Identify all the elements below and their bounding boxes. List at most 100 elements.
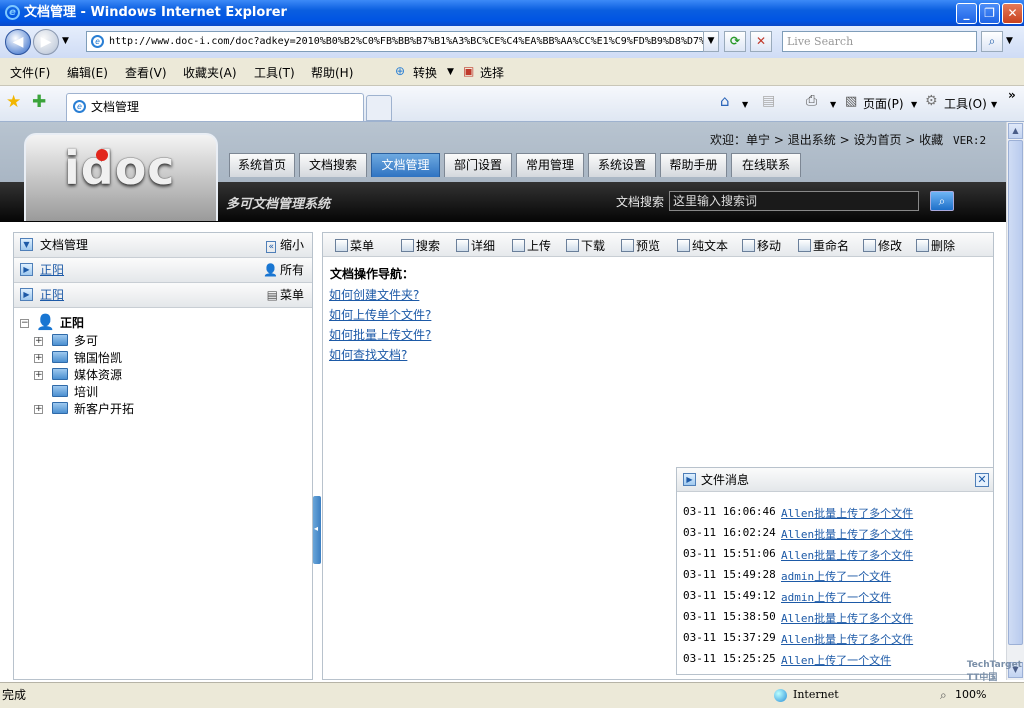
menu-file[interactable]: 文件(F) — [10, 64, 50, 81]
history-dropdown-icon[interactable]: ▼ — [62, 36, 69, 46]
back-button[interactable]: ◀ — [5, 29, 31, 55]
version-label: VER:2 — [953, 134, 987, 147]
tree-root[interactable]: 正阳 — [60, 314, 84, 331]
tree-item[interactable]: 新客户开拓 — [74, 400, 134, 417]
collapse-down-icon[interactable]: ▼ — [20, 238, 33, 251]
guide-link[interactable]: 如何创建文件夹? — [329, 286, 419, 303]
add-favorite-icon[interactable]: ✚ — [32, 92, 46, 112]
toolbar-button-3[interactable]: 上传 — [512, 237, 551, 254]
logout-link[interactable]: 退出系统 — [788, 133, 836, 147]
nav-tab-2[interactable]: 文档管理 — [371, 153, 440, 177]
search-options-icon[interactable]: ▼ — [1006, 36, 1013, 46]
print-dropdown-icon[interactable]: ▼ — [830, 100, 836, 109]
expand-right-icon[interactable]: ▶ — [20, 288, 33, 301]
print-icon[interactable]: ⎙ — [806, 93, 817, 109]
message-link[interactable]: Allen批量上传了多个文件 — [781, 505, 913, 521]
tree-expand-icon[interactable]: + — [34, 337, 43, 346]
close-window-button[interactable]: ✕ — [1002, 3, 1023, 24]
tree-expand-icon[interactable]: + — [34, 354, 43, 363]
menu-help[interactable]: 帮助(H) — [311, 64, 353, 81]
set-home-link[interactable]: 设为首页 — [853, 133, 901, 147]
scroll-thumb[interactable] — [1008, 140, 1023, 645]
convert-button[interactable]: 转换 — [413, 64, 437, 81]
message-link[interactable]: admin上传了一个文件 — [781, 568, 891, 584]
tools-menu-button[interactable]: 工具(O) — [944, 95, 987, 112]
shrink-button[interactable]: «缩小 — [266, 233, 304, 259]
tree-item[interactable]: 多可 — [74, 332, 98, 349]
convert-dropdown-icon[interactable]: ▼ — [447, 67, 454, 77]
nav-tab-7[interactable]: 在线联系 — [731, 153, 801, 177]
home-icon[interactable]: ⌂ — [720, 92, 730, 110]
stop-icon[interactable]: ✕ — [750, 31, 772, 52]
scroll-up-icon[interactable]: ▲ — [1008, 123, 1023, 139]
chevron-more-icon[interactable]: » — [1008, 88, 1016, 102]
all-button[interactable]: 👤 所有 — [263, 258, 304, 282]
toolbar-button-5[interactable]: 预览 — [621, 237, 660, 254]
toolbar-button-2[interactable]: 详细 — [456, 237, 495, 254]
toolbar-button-4[interactable]: 下载 — [566, 237, 605, 254]
restore-button[interactable]: ❐ — [979, 3, 1000, 24]
url-input[interactable]: e http://www.doc-i.com/doc?adkey=2010%B0… — [86, 31, 718, 52]
tree-expand-icon[interactable]: + — [34, 405, 43, 414]
dept-link-2[interactable]: 正阳 — [40, 283, 64, 307]
url-dropdown-icon[interactable]: ▼ — [703, 31, 719, 52]
nav-tab-5[interactable]: 系统设置 — [588, 153, 656, 177]
tree-item[interactable]: 媒体资源 — [74, 366, 122, 383]
message-link[interactable]: Allen批量上传了多个文件 — [781, 631, 913, 647]
panel-splitter[interactable]: ◂ — [313, 496, 321, 564]
home-dropdown-icon[interactable]: ▼ — [742, 100, 748, 109]
toolbar-button-7[interactable]: 移动 — [742, 237, 781, 254]
nav-tab-0[interactable]: 系统首页 — [229, 153, 295, 177]
message-link[interactable]: admin上传了一个文件 — [781, 589, 891, 605]
tools-dropdown-icon[interactable]: ▼ — [991, 100, 997, 109]
expand-right-icon[interactable]: ▶ — [683, 473, 696, 486]
favorite-link[interactable]: 收藏 — [919, 133, 943, 147]
menu-button[interactable]: ▤ 菜单 — [267, 283, 304, 307]
toolbar-button-6[interactable]: 纯文本 — [677, 237, 728, 254]
vertical-scrollbar[interactable]: ▲ ▼ — [1006, 122, 1024, 680]
tree-expand-icon[interactable]: + — [34, 371, 43, 380]
toolbar-button-9[interactable]: 修改 — [863, 237, 902, 254]
tree-item[interactable]: 锦国怡凯 — [74, 349, 122, 366]
toolbar-button-10[interactable]: 删除 — [916, 237, 955, 254]
menu-tools[interactable]: 工具(T) — [254, 64, 295, 81]
guide-link[interactable]: 如何查找文档? — [329, 346, 407, 363]
forward-button[interactable]: ▶ — [33, 29, 59, 55]
nav-tab-6[interactable]: 帮助手册 — [660, 153, 727, 177]
minimize-button[interactable]: _ — [956, 3, 977, 24]
menu-edit[interactable]: 编辑(E) — [67, 64, 108, 81]
toolbar-button-8[interactable]: 重命名 — [798, 237, 849, 254]
new-tab-button[interactable] — [366, 95, 392, 121]
toolbar-button-0[interactable]: 菜单 — [335, 237, 374, 254]
message-link[interactable]: Allen上传了一个文件 — [781, 652, 891, 668]
feeds-icon[interactable]: ▤ — [762, 93, 775, 109]
menu-view[interactable]: 查看(V) — [125, 64, 167, 81]
nav-tab-3[interactable]: 部门设置 — [444, 153, 512, 177]
search-icon[interactable]: ⌕ — [981, 31, 1003, 52]
doc-search-input[interactable]: 这里输入搜索词 — [669, 191, 919, 211]
tree-item[interactable]: 培训 — [74, 383, 98, 400]
message-link[interactable]: Allen批量上传了多个文件 — [781, 610, 913, 626]
guide-link[interactable]: 如何批量上传文件? — [329, 326, 431, 343]
tree-collapse-icon[interactable]: − — [20, 319, 29, 328]
nav-tab-4[interactable]: 常用管理 — [516, 153, 584, 177]
toolbar-button-1[interactable]: 搜索 — [401, 237, 440, 254]
toolbar-icon — [916, 239, 929, 252]
refresh-icon[interactable]: ⟳ — [724, 31, 746, 52]
browser-tab-active[interactable]: e 文档管理 — [66, 93, 364, 121]
page-dropdown-icon[interactable]: ▼ — [911, 100, 917, 109]
nav-tab-1[interactable]: 文档搜索 — [299, 153, 367, 177]
menu-favorites[interactable]: 收藏夹(A) — [183, 64, 237, 81]
close-icon[interactable]: ✕ — [975, 473, 989, 487]
expand-right-icon[interactable]: ▶ — [20, 263, 33, 276]
select-button[interactable]: 选择 — [480, 64, 504, 81]
page-menu-button[interactable]: 页面(P) — [863, 95, 904, 112]
favorites-star-icon[interactable]: ★ — [6, 92, 21, 112]
live-search-input[interactable]: Live Search — [782, 31, 977, 52]
zoom-level[interactable]: 100% — [955, 683, 986, 707]
guide-link[interactable]: 如何上传单个文件? — [329, 306, 431, 323]
message-link[interactable]: Allen批量上传了多个文件 — [781, 526, 913, 542]
doc-search-button[interactable]: ⌕ — [930, 191, 954, 211]
dept-link[interactable]: 正阳 — [40, 258, 64, 282]
message-link[interactable]: Allen批量上传了多个文件 — [781, 547, 913, 563]
